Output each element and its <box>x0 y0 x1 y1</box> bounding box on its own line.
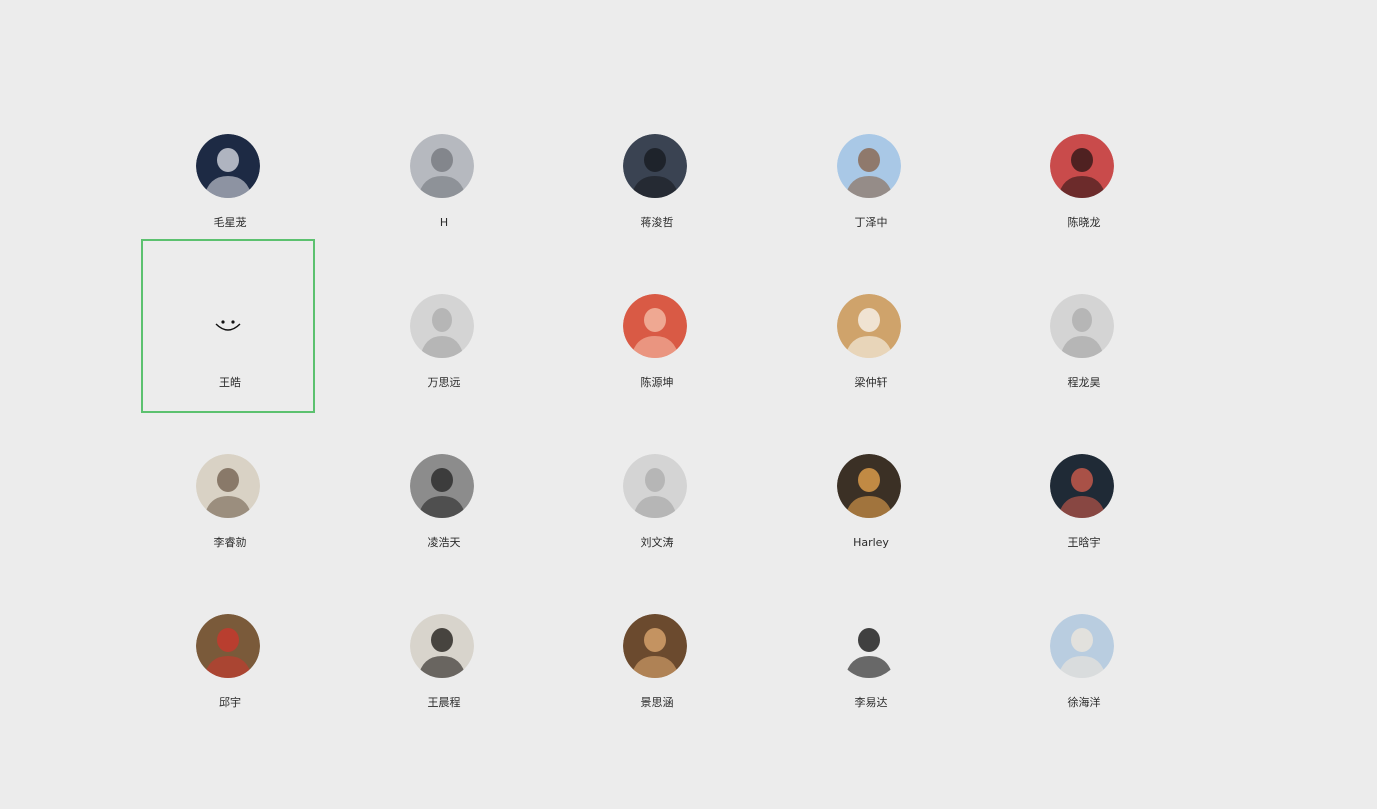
avatar <box>837 454 901 518</box>
contact-item[interactable]: 徐海洋 <box>995 559 1169 733</box>
contact-item[interactable]: 王皓 <box>141 239 315 413</box>
contact-name: Harley <box>853 536 889 549</box>
contact-name: 陈晓龙 <box>1067 216 1101 229</box>
smiley-face-icon <box>196 294 260 358</box>
contact-item[interactable]: 丁泽中 <box>782 79 956 253</box>
avatar <box>623 614 687 678</box>
contact-grid: 毛星茏 H 蒋浚哲 丁泽中 陈晓龙王皓 万思远 陈源坤 梁仲轩 程龙昊李睿勍 凌浩天 刘文涛 Harl… <box>0 0 1377 809</box>
contact-name: 刘文涛 <box>640 536 674 549</box>
contact-name: 徐海洋 <box>1067 696 1101 709</box>
contact-item[interactable]: 王晨程 <box>355 559 529 733</box>
contact-name: 万思远 <box>427 376 461 389</box>
contact-item[interactable]: 王晗宇 <box>995 399 1169 573</box>
avatar <box>837 614 901 678</box>
avatar <box>196 614 260 678</box>
avatar <box>623 134 687 198</box>
contact-name: 丁泽中 <box>854 216 888 229</box>
contact-name: H <box>439 216 449 229</box>
contact-item[interactable]: 蒋浚哲 <box>568 79 742 253</box>
contact-name: 凌浩天 <box>427 536 461 549</box>
default-avatar-icon <box>410 294 474 358</box>
avatar <box>837 134 901 198</box>
contact-name: 程龙昊 <box>1067 376 1101 389</box>
contact-name: 王晗宇 <box>1067 536 1101 549</box>
contact-item[interactable]: 程龙昊 <box>995 239 1169 413</box>
contact-item[interactable]: 梁仲轩 <box>782 239 956 413</box>
contact-name: 李易达 <box>854 696 888 709</box>
contact-name: 王皓 <box>219 376 241 389</box>
avatar <box>410 134 474 198</box>
contact-item[interactable]: 毛星茏 <box>141 79 315 253</box>
contact-item[interactable]: 李睿勍 <box>141 399 315 573</box>
contact-item[interactable]: 景思涵 <box>568 559 742 733</box>
contact-item[interactable]: Harley <box>782 399 956 573</box>
avatar <box>837 294 901 358</box>
contact-name: 蒋浚哲 <box>640 216 674 229</box>
contact-name: 梁仲轩 <box>854 376 888 389</box>
avatar <box>410 454 474 518</box>
avatar <box>196 454 260 518</box>
contact-item[interactable]: 陈晓龙 <box>995 79 1169 253</box>
contact-item[interactable]: 凌浩天 <box>355 399 529 573</box>
contact-item[interactable]: 陈源坤 <box>568 239 742 413</box>
avatar <box>410 614 474 678</box>
avatar <box>196 134 260 198</box>
default-avatar-icon <box>623 454 687 518</box>
contact-name: 邱宇 <box>219 696 241 709</box>
contact-item[interactable]: H <box>355 79 529 253</box>
contact-item[interactable]: 邱宇 <box>141 559 315 733</box>
contact-item[interactable]: 李易达 <box>782 559 956 733</box>
contact-name: 李睿勍 <box>213 536 247 549</box>
contact-item[interactable]: 万思远 <box>355 239 529 413</box>
contact-item[interactable]: 刘文涛 <box>568 399 742 573</box>
contact-name: 景思涵 <box>640 696 674 709</box>
contact-name: 王晨程 <box>427 696 461 709</box>
avatar <box>1050 134 1114 198</box>
avatar <box>623 294 687 358</box>
default-avatar-icon <box>1050 294 1114 358</box>
avatar <box>1050 614 1114 678</box>
avatar <box>1050 454 1114 518</box>
contact-name: 陈源坤 <box>640 376 674 389</box>
contact-name: 毛星茏 <box>213 216 247 229</box>
